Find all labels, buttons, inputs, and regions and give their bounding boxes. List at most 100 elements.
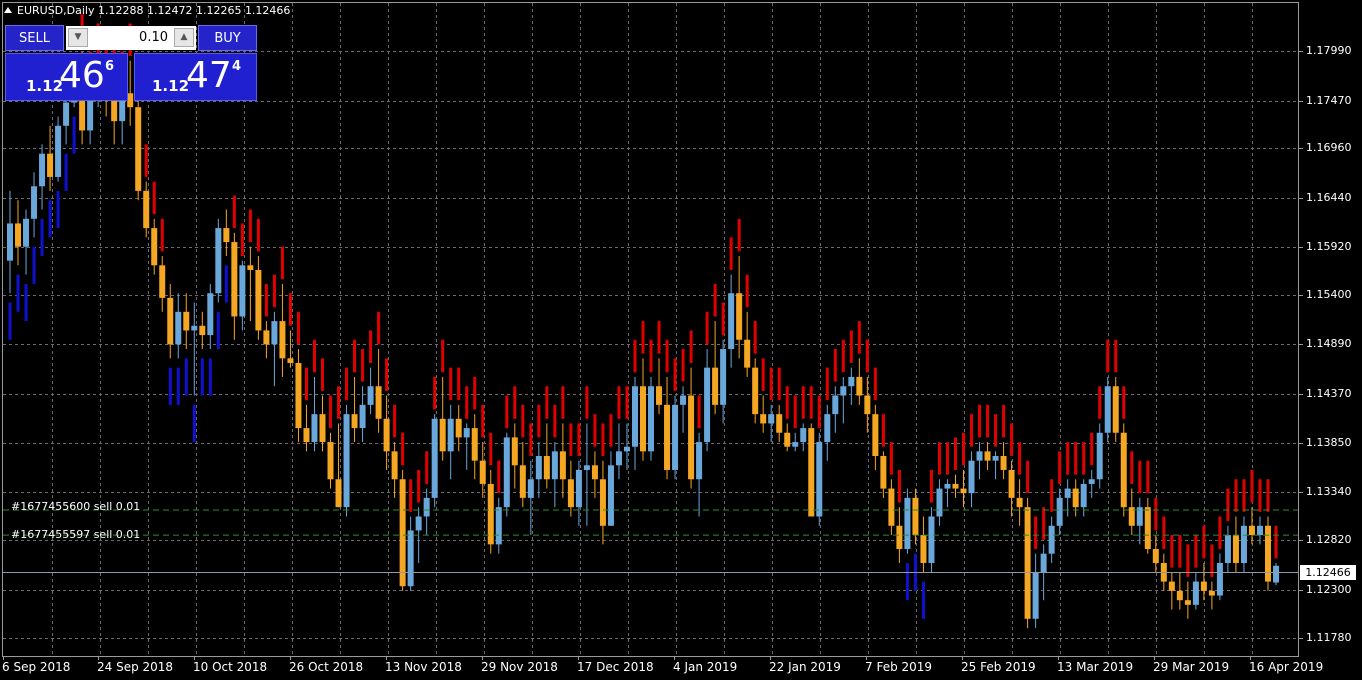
candle: [319, 395, 326, 452]
collapse-triangle-icon[interactable]: [4, 7, 12, 13]
candle: [728, 274, 735, 368]
indicator-bar: [1178, 535, 1182, 568]
candle-body: [1072, 488, 1079, 508]
indicator-bar: [1050, 479, 1054, 512]
candle-body: [575, 469, 582, 508]
candle-body: [1104, 386, 1111, 433]
candle: [375, 349, 382, 433]
candle-body: [688, 395, 695, 480]
lot-size-input[interactable]: 0.10: [90, 26, 172, 50]
candle-body: [816, 442, 823, 517]
candle-body: [760, 414, 767, 424]
indicator-bar: [425, 451, 429, 484]
candle-body: [7, 223, 13, 261]
candle-body: [223, 228, 230, 243]
indicator-bar: [473, 376, 477, 410]
candle-body: [1048, 525, 1055, 554]
indicator-bar: [1274, 525, 1278, 559]
candle-body: [455, 418, 462, 438]
candle-body: [880, 456, 887, 489]
indicator-bar: [1018, 442, 1022, 475]
candle-body: [607, 465, 614, 526]
candle-body: [1176, 590, 1183, 601]
indicator-bar: [593, 414, 597, 447]
order-label-2[interactable]: #1677455597 sell 0.01: [11, 528, 140, 541]
candle-body: [415, 516, 422, 531]
indicator-bar: [256, 218, 260, 252]
x-tick-label: 24 Sep 2018: [97, 660, 174, 674]
indicator-bar: [1250, 469, 1254, 503]
indicator-bar: [1010, 423, 1014, 457]
candle-body: [928, 516, 935, 563]
candle-body: [239, 265, 246, 317]
candle-body: [1096, 432, 1103, 480]
indicator-bar: [337, 386, 341, 419]
candle-body: [199, 325, 206, 336]
candle: [904, 488, 911, 554]
candle: [151, 218, 158, 275]
indicator-bar: [1074, 442, 1078, 475]
indicator-bar: [865, 339, 869, 373]
buy-price-button[interactable]: 1.12 47 4: [134, 53, 257, 101]
indicator-bar: [232, 195, 236, 229]
candle-body: [664, 404, 671, 470]
candle: [1176, 572, 1183, 610]
candle: [631, 376, 638, 470]
candle: [543, 423, 550, 489]
indicator-bar: [24, 283, 28, 322]
sell-price-button[interactable]: 1.12 46 6: [5, 53, 128, 101]
candle-body: [47, 153, 54, 177]
candle: [439, 376, 446, 461]
lot-decrease-icon[interactable]: ▼: [68, 28, 88, 47]
indicator-bar: [657, 321, 661, 354]
candle: [1120, 423, 1127, 517]
candle-body: [135, 107, 142, 191]
buy-button[interactable]: BUY: [198, 25, 257, 51]
indicator-bar: [1138, 460, 1142, 494]
price-chart[interactable]: [0, 0, 1362, 680]
indicator-bar: [665, 339, 669, 373]
candle: [1112, 376, 1119, 443]
candle-body: [1208, 590, 1215, 596]
candle-body: [888, 488, 895, 526]
indicator-bar: [769, 367, 773, 401]
candle-body: [327, 442, 334, 480]
candle: [1048, 516, 1055, 563]
candle: [135, 97, 142, 201]
indicator-bar: [841, 339, 845, 373]
candle-body: [159, 265, 166, 298]
candle: [303, 404, 310, 452]
candle-body: [543, 456, 550, 480]
candle: [511, 423, 518, 489]
candle: [1128, 488, 1135, 536]
candle-body: [511, 437, 518, 466]
candle: [848, 367, 855, 405]
indicator-bar: [505, 395, 509, 429]
candle-body: [1008, 469, 1015, 498]
candle-body: [263, 330, 270, 345]
indicator-bar: [801, 386, 805, 419]
indicator-bar: [577, 423, 581, 457]
candle-body: [215, 228, 222, 294]
order-label-1[interactable]: #1677455600 sell 0.01: [11, 500, 140, 513]
candle-body: [952, 483, 959, 489]
candle: [231, 232, 238, 340]
candle: [960, 469, 967, 508]
lot-increase-icon[interactable]: ▲: [174, 28, 194, 47]
candle: [455, 404, 462, 452]
candle: [343, 404, 350, 517]
indicator-bar: [737, 218, 741, 252]
candle: [311, 376, 318, 452]
candle: [720, 339, 727, 424]
candle: [575, 460, 582, 526]
candle-body: [1144, 507, 1151, 550]
indicator-bar: [1034, 516, 1038, 550]
candle: [1136, 497, 1143, 545]
candle-body: [343, 414, 350, 508]
candle-body: [672, 404, 679, 470]
sell-button[interactable]: SELL: [5, 25, 64, 51]
candle: [712, 321, 719, 415]
candle-body: [375, 386, 382, 419]
candle-body: [351, 414, 358, 429]
lot-size-stepper[interactable]: ▼ 0.10 ▲: [66, 26, 196, 50]
